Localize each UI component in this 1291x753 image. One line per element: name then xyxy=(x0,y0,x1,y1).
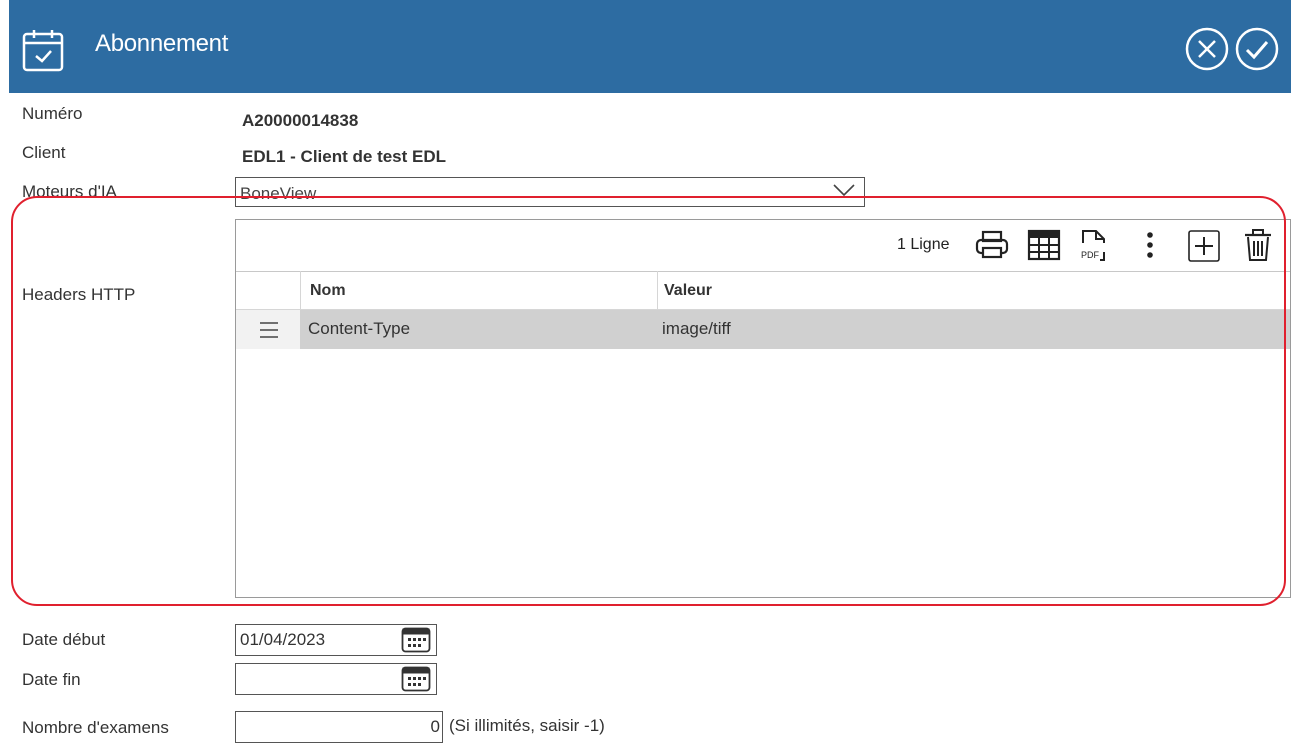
delete-row-button[interactable] xyxy=(1240,226,1276,264)
grid-header: Nom Valeur xyxy=(236,271,1290,310)
date-fin-calendar-button[interactable] xyxy=(401,666,431,692)
row-count: 1 Ligne xyxy=(897,236,950,253)
table-icon xyxy=(1027,229,1061,261)
pdf-export-button[interactable]: PDF xyxy=(1076,226,1112,264)
date-fin-field xyxy=(235,663,437,695)
cancel-button[interactable] xyxy=(1184,26,1230,72)
circle-x-icon xyxy=(1185,27,1229,71)
cell-nom[interactable]: Content-Type xyxy=(308,319,410,339)
add-row-button[interactable] xyxy=(1186,226,1222,264)
page-title: Abonnement xyxy=(95,30,229,57)
table-row[interactable]: Content-Type image/tiff xyxy=(236,310,1290,349)
title-bar: Abonnement xyxy=(9,0,1291,93)
menu-icon xyxy=(260,322,278,338)
date-debut-field xyxy=(235,624,437,656)
headers-label: Headers HTTP xyxy=(22,285,136,304)
moteurs-label: Moteurs d'IA xyxy=(22,182,117,201)
date-debut-calendar-button[interactable] xyxy=(401,627,431,653)
column-divider xyxy=(300,271,301,309)
nombre-examens-field xyxy=(235,711,444,743)
moteurs-selected-value: BoneView xyxy=(240,184,317,203)
column-header-valeur[interactable]: Valeur xyxy=(664,282,712,300)
date-debut-input[interactable] xyxy=(236,626,394,654)
cell-valeur[interactable]: image/tiff xyxy=(662,319,731,339)
grid-toolbar: 1 Ligne PDF xyxy=(236,220,1290,272)
svg-text:PDF: PDF xyxy=(1081,250,1100,260)
nombre-examens-label: Nombre d'examens xyxy=(22,718,169,737)
confirm-button[interactable] xyxy=(1234,26,1280,72)
date-debut-label: Date début xyxy=(22,630,106,649)
date-fin-input[interactable] xyxy=(236,665,394,693)
moteurs-select[interactable]: BoneView xyxy=(235,177,865,207)
circle-check-icon xyxy=(1235,27,1279,71)
pdf-icon: PDF xyxy=(1081,230,1105,261)
numero-value: A20000014838 xyxy=(242,111,359,130)
date-fin-label: Date fin xyxy=(22,670,81,689)
calendar-icon xyxy=(401,627,431,653)
calendar-icon xyxy=(401,666,431,692)
client-value: EDL1 - Client de test EDL xyxy=(242,147,447,166)
table-export-button[interactable] xyxy=(1026,226,1062,264)
print-button[interactable] xyxy=(974,226,1010,264)
calendar-check-icon xyxy=(22,29,66,73)
client-label: Client xyxy=(22,143,66,162)
trash-icon xyxy=(1245,229,1271,261)
row-drag-handle[interactable] xyxy=(236,310,300,349)
nombre-examens-hint: (Si illimités, saisir -1) xyxy=(449,716,605,735)
numero-label: Numéro xyxy=(22,104,83,123)
chevron-down-icon xyxy=(832,181,856,206)
column-header-nom[interactable]: Nom xyxy=(310,282,346,300)
nombre-examens-input[interactable] xyxy=(236,713,444,741)
more-options-button[interactable] xyxy=(1132,226,1168,264)
headers-grid: 1 Ligne PDF Nom Valeur Content-Type imag… xyxy=(235,219,1291,598)
add-icon xyxy=(1188,230,1220,262)
printer-icon xyxy=(975,230,1009,259)
more-vertical-icon xyxy=(1147,232,1153,258)
column-divider xyxy=(657,271,658,309)
